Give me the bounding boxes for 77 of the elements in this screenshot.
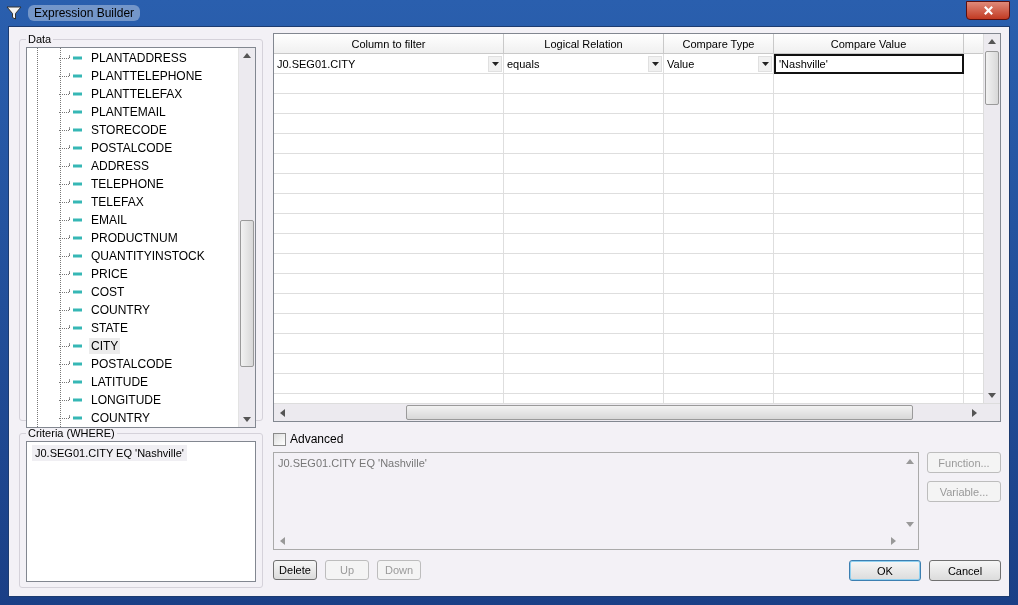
- tree-item[interactable]: PRICE: [89, 266, 130, 282]
- up-arrow-icon[interactable]: [243, 53, 251, 58]
- close-button[interactable]: [966, 1, 1010, 20]
- column-header[interactable]: Logical Relation: [504, 34, 664, 54]
- tree-item[interactable]: POSTALCODE: [89, 140, 175, 156]
- dialog-button[interactable]: OK: [849, 560, 921, 581]
- column-header[interactable]: Compare Type: [664, 34, 774, 54]
- left-arrow-icon[interactable]: [280, 408, 285, 417]
- column-header[interactable]: Column to filter: [274, 34, 504, 54]
- field-icon: [69, 396, 83, 404]
- field-icon: [69, 306, 83, 314]
- tree-item[interactable]: COUNTRY: [89, 302, 153, 318]
- tree-item[interactable]: CITY: [89, 338, 121, 354]
- column-header[interactable]: Compare Value: [774, 34, 964, 54]
- tree-item[interactable]: STORECODE: [89, 122, 169, 138]
- field-icon: [69, 342, 83, 350]
- tree-item[interactable]: COST: [89, 284, 127, 300]
- close-icon: [982, 5, 994, 16]
- action-button[interactable]: Delete: [273, 560, 317, 580]
- group-label: Criteria (WHERE): [27, 427, 116, 439]
- tree-item[interactable]: COUNTRY: [89, 410, 153, 426]
- criteria-item[interactable]: J0.SEG01.CITY EQ 'Nashville': [32, 445, 187, 461]
- scroll-thumb[interactable]: [406, 405, 913, 420]
- dialog-button[interactable]: Cancel: [929, 560, 1001, 581]
- tree-item[interactable]: PRODUCTNUM: [89, 230, 180, 246]
- down-arrow-icon[interactable]: [988, 393, 996, 398]
- checkbox[interactable]: [273, 432, 286, 446]
- compare-type-dropdown[interactable]: Value: [664, 54, 774, 74]
- relation-dropdown[interactable]: equals: [504, 54, 664, 74]
- field-icon: [69, 324, 83, 332]
- up-arrow-icon[interactable]: [988, 39, 996, 44]
- vertical-scrollbar[interactable]: [238, 48, 255, 427]
- tree-item[interactable]: PLANTTELEFAX: [89, 86, 185, 102]
- field-icon: [69, 252, 83, 260]
- tree-item[interactable]: TELEFAX: [89, 194, 146, 210]
- field-icon: [69, 360, 83, 368]
- down-arrow-icon[interactable]: [243, 417, 251, 422]
- field-icon: [69, 54, 83, 62]
- window-title: Expression Builder: [28, 5, 141, 21]
- group-label: Data: [27, 33, 53, 45]
- tree-item[interactable]: STATE: [89, 320, 130, 336]
- dropdown-arrow-icon: [491, 61, 499, 66]
- tree-item[interactable]: LONGITUDE: [89, 392, 163, 408]
- tree-item[interactable]: PLANTADDRESS: [89, 50, 189, 66]
- tree-item[interactable]: EMAIL: [89, 212, 129, 228]
- field-icon: [69, 198, 83, 206]
- tree-item[interactable]: LATITUDE: [89, 374, 151, 390]
- scroll-thumb[interactable]: [985, 51, 999, 105]
- field-icon: [69, 414, 83, 422]
- dropdown-arrow-icon: [761, 61, 769, 66]
- column-dropdown[interactable]: J0.SEG01.CITY: [274, 54, 504, 74]
- funnel-icon: [6, 5, 22, 21]
- tree-item[interactable]: TELEPHONE: [89, 176, 166, 192]
- scroll-thumb[interactable]: [240, 220, 254, 367]
- field-icon: [69, 288, 83, 296]
- field-icon: [69, 162, 83, 170]
- tree-item[interactable]: ADDRESS: [89, 158, 151, 174]
- tree-item[interactable]: POSTALCODE: [89, 356, 175, 372]
- field-icon: [69, 180, 83, 188]
- field-icon: [69, 126, 83, 134]
- field-icon: [69, 72, 83, 80]
- field-icon: [69, 144, 83, 152]
- right-arrow-icon[interactable]: [972, 408, 977, 417]
- checkbox-label[interactable]: Advanced: [290, 432, 344, 446]
- field-icon: [69, 270, 83, 278]
- field-icon: [69, 90, 83, 98]
- tree-item[interactable]: QUANTITYINSTOCK: [89, 248, 207, 264]
- field-icon: [69, 378, 83, 386]
- field-icon: [69, 234, 83, 242]
- horizontal-scrollbar[interactable]: [274, 403, 1000, 421]
- dropdown-arrow-icon: [651, 61, 659, 66]
- field-icon: [69, 108, 83, 116]
- vertical-scrollbar[interactable]: [983, 34, 1000, 403]
- tree-item[interactable]: PLANTTELEPHONE: [89, 68, 205, 84]
- tree-item[interactable]: PLANTEMAIL: [89, 104, 168, 120]
- field-icon: [69, 216, 83, 224]
- compare-value-field[interactable]: 'Nashville': [774, 54, 964, 74]
